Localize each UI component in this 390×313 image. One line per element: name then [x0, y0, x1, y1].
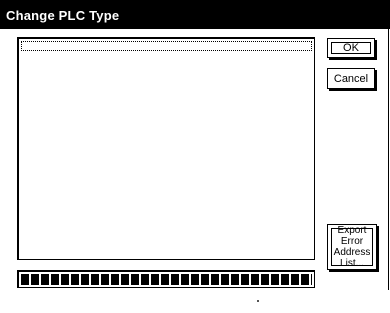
export-label-line-4: List... — [340, 258, 364, 269]
cancel-button-label: Cancel — [333, 72, 369, 85]
dialog-title: Change PLC Type — [6, 8, 120, 23]
change-plc-type-dialog: Change PLC Type OK Cancel Export Error A… — [0, 0, 390, 290]
cancel-button[interactable]: Cancel — [327, 68, 375, 89]
export-button-label: Export Error Address List... — [331, 225, 373, 269]
export-error-address-list-button[interactable]: Export Error Address List... — [327, 224, 377, 270]
title-bar[interactable]: Change PLC Type — [0, 0, 390, 29]
ok-button-label: OK — [331, 42, 371, 54]
list-focus-rect — [21, 41, 312, 51]
plc-type-listbox[interactable] — [17, 37, 315, 260]
ok-button[interactable]: OK — [327, 38, 375, 58]
progress-bar — [17, 270, 315, 288]
stray-dot — [257, 300, 259, 302]
export-label-line-3: Address — [333, 247, 371, 258]
progress-fill — [21, 274, 312, 285]
export-label-line-2: Error — [340, 236, 364, 247]
export-label-line-1: Export — [337, 225, 367, 236]
